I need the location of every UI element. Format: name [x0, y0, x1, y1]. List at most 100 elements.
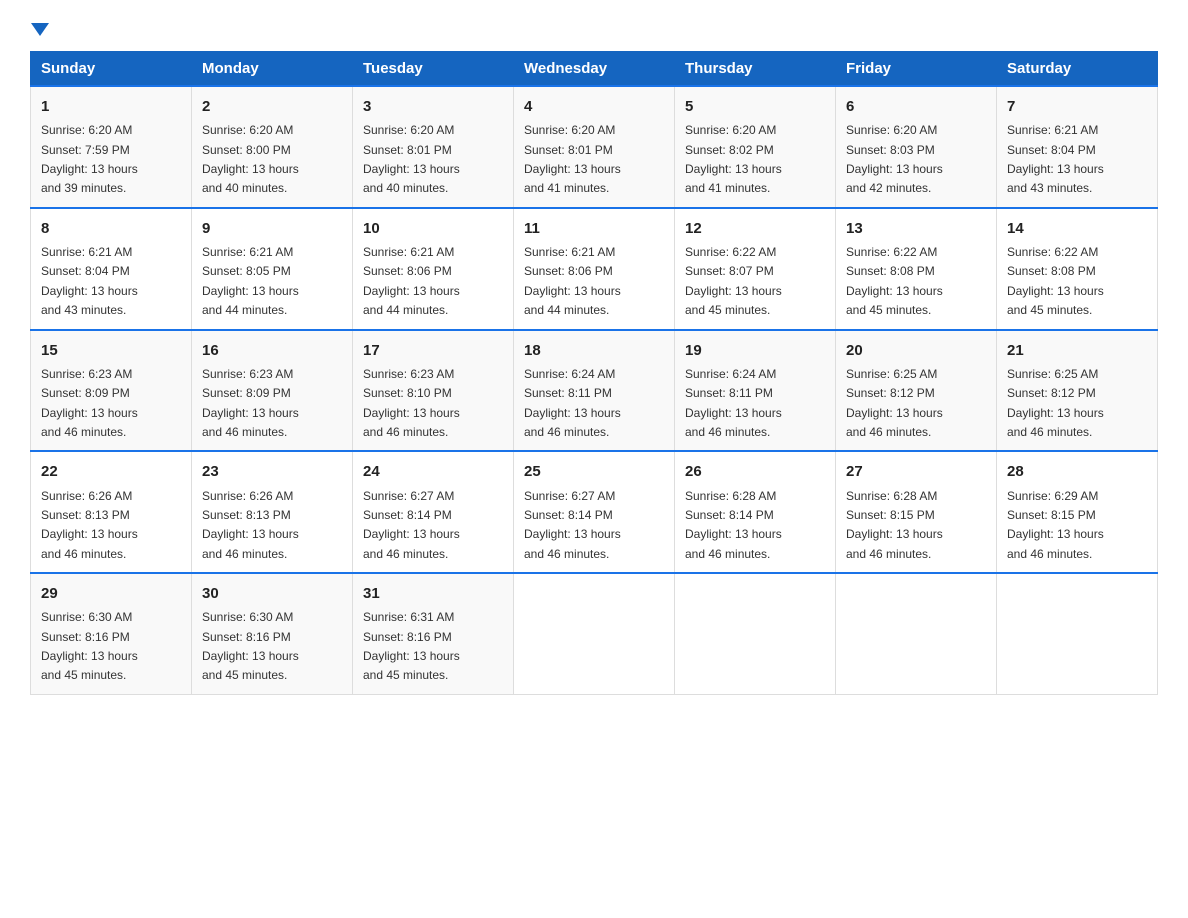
- day-info: Sunrise: 6:22 AMSunset: 8:07 PMDaylight:…: [685, 245, 782, 317]
- calendar-cell: 5 Sunrise: 6:20 AMSunset: 8:02 PMDayligh…: [675, 86, 836, 208]
- calendar-cell: 16 Sunrise: 6:23 AMSunset: 8:09 PMDaylig…: [192, 330, 353, 452]
- day-number: 22: [41, 460, 181, 483]
- calendar-cell: 19 Sunrise: 6:24 AMSunset: 8:11 PMDaylig…: [675, 330, 836, 452]
- calendar-cell: 9 Sunrise: 6:21 AMSunset: 8:05 PMDayligh…: [192, 208, 353, 330]
- column-header-sunday: Sunday: [31, 52, 192, 87]
- column-header-monday: Monday: [192, 52, 353, 87]
- calendar-cell: [514, 573, 675, 694]
- day-number: 20: [846, 339, 986, 362]
- day-number: 11: [524, 217, 664, 240]
- calendar-cell: 1 Sunrise: 6:20 AMSunset: 7:59 PMDayligh…: [31, 86, 192, 208]
- day-info: Sunrise: 6:27 AMSunset: 8:14 PMDaylight:…: [363, 489, 460, 561]
- calendar-cell: 21 Sunrise: 6:25 AMSunset: 8:12 PMDaylig…: [997, 330, 1158, 452]
- calendar-cell: 17 Sunrise: 6:23 AMSunset: 8:10 PMDaylig…: [353, 330, 514, 452]
- day-number: 25: [524, 460, 664, 483]
- calendar-cell: 11 Sunrise: 6:21 AMSunset: 8:06 PMDaylig…: [514, 208, 675, 330]
- day-info: Sunrise: 6:27 AMSunset: 8:14 PMDaylight:…: [524, 489, 621, 561]
- day-info: Sunrise: 6:30 AMSunset: 8:16 PMDaylight:…: [202, 610, 299, 682]
- day-number: 13: [846, 217, 986, 240]
- day-info: Sunrise: 6:21 AMSunset: 8:05 PMDaylight:…: [202, 245, 299, 317]
- day-info: Sunrise: 6:28 AMSunset: 8:15 PMDaylight:…: [846, 489, 943, 561]
- day-number: 9: [202, 217, 342, 240]
- calendar-cell: 20 Sunrise: 6:25 AMSunset: 8:12 PMDaylig…: [836, 330, 997, 452]
- logo: [30, 20, 49, 33]
- calendar-week-row: 1 Sunrise: 6:20 AMSunset: 7:59 PMDayligh…: [31, 86, 1158, 208]
- calendar-cell: 23 Sunrise: 6:26 AMSunset: 8:13 PMDaylig…: [192, 451, 353, 573]
- day-number: 12: [685, 217, 825, 240]
- day-number: 19: [685, 339, 825, 362]
- day-info: Sunrise: 6:21 AMSunset: 8:06 PMDaylight:…: [524, 245, 621, 317]
- day-info: Sunrise: 6:20 AMSunset: 8:00 PMDaylight:…: [202, 123, 299, 195]
- day-info: Sunrise: 6:20 AMSunset: 7:59 PMDaylight:…: [41, 123, 138, 195]
- day-info: Sunrise: 6:21 AMSunset: 8:04 PMDaylight:…: [1007, 123, 1104, 195]
- day-info: Sunrise: 6:28 AMSunset: 8:14 PMDaylight:…: [685, 489, 782, 561]
- calendar-cell: 31 Sunrise: 6:31 AMSunset: 8:16 PMDaylig…: [353, 573, 514, 694]
- calendar-cell: 13 Sunrise: 6:22 AMSunset: 8:08 PMDaylig…: [836, 208, 997, 330]
- day-info: Sunrise: 6:26 AMSunset: 8:13 PMDaylight:…: [202, 489, 299, 561]
- day-number: 14: [1007, 217, 1147, 240]
- day-info: Sunrise: 6:30 AMSunset: 8:16 PMDaylight:…: [41, 610, 138, 682]
- day-number: 26: [685, 460, 825, 483]
- day-number: 4: [524, 95, 664, 118]
- calendar-cell: 8 Sunrise: 6:21 AMSunset: 8:04 PMDayligh…: [31, 208, 192, 330]
- day-info: Sunrise: 6:23 AMSunset: 8:10 PMDaylight:…: [363, 367, 460, 439]
- day-info: Sunrise: 6:26 AMSunset: 8:13 PMDaylight:…: [41, 489, 138, 561]
- day-number: 18: [524, 339, 664, 362]
- calendar-cell: [997, 573, 1158, 694]
- day-number: 30: [202, 582, 342, 605]
- calendar-cell: 18 Sunrise: 6:24 AMSunset: 8:11 PMDaylig…: [514, 330, 675, 452]
- day-number: 21: [1007, 339, 1147, 362]
- calendar-header-row: SundayMondayTuesdayWednesdayThursdayFrid…: [31, 52, 1158, 87]
- calendar-cell: 25 Sunrise: 6:27 AMSunset: 8:14 PMDaylig…: [514, 451, 675, 573]
- calendar-cell: 27 Sunrise: 6:28 AMSunset: 8:15 PMDaylig…: [836, 451, 997, 573]
- column-header-thursday: Thursday: [675, 52, 836, 87]
- day-number: 28: [1007, 460, 1147, 483]
- day-info: Sunrise: 6:29 AMSunset: 8:15 PMDaylight:…: [1007, 489, 1104, 561]
- day-info: Sunrise: 6:21 AMSunset: 8:04 PMDaylight:…: [41, 245, 138, 317]
- day-number: 8: [41, 217, 181, 240]
- calendar-cell: 26 Sunrise: 6:28 AMSunset: 8:14 PMDaylig…: [675, 451, 836, 573]
- day-number: 10: [363, 217, 503, 240]
- day-info: Sunrise: 6:25 AMSunset: 8:12 PMDaylight:…: [846, 367, 943, 439]
- calendar-cell: 30 Sunrise: 6:30 AMSunset: 8:16 PMDaylig…: [192, 573, 353, 694]
- day-info: Sunrise: 6:24 AMSunset: 8:11 PMDaylight:…: [685, 367, 782, 439]
- column-header-saturday: Saturday: [997, 52, 1158, 87]
- calendar-cell: 28 Sunrise: 6:29 AMSunset: 8:15 PMDaylig…: [997, 451, 1158, 573]
- day-info: Sunrise: 6:22 AMSunset: 8:08 PMDaylight:…: [1007, 245, 1104, 317]
- day-info: Sunrise: 6:25 AMSunset: 8:12 PMDaylight:…: [1007, 367, 1104, 439]
- calendar-table: SundayMondayTuesdayWednesdayThursdayFrid…: [30, 51, 1158, 695]
- calendar-cell: 3 Sunrise: 6:20 AMSunset: 8:01 PMDayligh…: [353, 86, 514, 208]
- calendar-week-row: 8 Sunrise: 6:21 AMSunset: 8:04 PMDayligh…: [31, 208, 1158, 330]
- logo-arrow-icon: [31, 23, 49, 36]
- calendar-cell: 7 Sunrise: 6:21 AMSunset: 8:04 PMDayligh…: [997, 86, 1158, 208]
- calendar-cell: 24 Sunrise: 6:27 AMSunset: 8:14 PMDaylig…: [353, 451, 514, 573]
- column-header-tuesday: Tuesday: [353, 52, 514, 87]
- day-info: Sunrise: 6:23 AMSunset: 8:09 PMDaylight:…: [202, 367, 299, 439]
- calendar-cell: 29 Sunrise: 6:30 AMSunset: 8:16 PMDaylig…: [31, 573, 192, 694]
- day-number: 1: [41, 95, 181, 118]
- calendar-cell: 14 Sunrise: 6:22 AMSunset: 8:08 PMDaylig…: [997, 208, 1158, 330]
- day-info: Sunrise: 6:20 AMSunset: 8:01 PMDaylight:…: [363, 123, 460, 195]
- day-info: Sunrise: 6:22 AMSunset: 8:08 PMDaylight:…: [846, 245, 943, 317]
- calendar-cell: 22 Sunrise: 6:26 AMSunset: 8:13 PMDaylig…: [31, 451, 192, 573]
- day-info: Sunrise: 6:20 AMSunset: 8:03 PMDaylight:…: [846, 123, 943, 195]
- day-number: 23: [202, 460, 342, 483]
- day-number: 27: [846, 460, 986, 483]
- day-number: 2: [202, 95, 342, 118]
- day-number: 6: [846, 95, 986, 118]
- day-number: 5: [685, 95, 825, 118]
- calendar-cell: 4 Sunrise: 6:20 AMSunset: 8:01 PMDayligh…: [514, 86, 675, 208]
- day-number: 16: [202, 339, 342, 362]
- calendar-cell: 12 Sunrise: 6:22 AMSunset: 8:07 PMDaylig…: [675, 208, 836, 330]
- calendar-cell: [836, 573, 997, 694]
- calendar-cell: 10 Sunrise: 6:21 AMSunset: 8:06 PMDaylig…: [353, 208, 514, 330]
- calendar-week-row: 29 Sunrise: 6:30 AMSunset: 8:16 PMDaylig…: [31, 573, 1158, 694]
- day-info: Sunrise: 6:21 AMSunset: 8:06 PMDaylight:…: [363, 245, 460, 317]
- calendar-cell: 6 Sunrise: 6:20 AMSunset: 8:03 PMDayligh…: [836, 86, 997, 208]
- day-number: 15: [41, 339, 181, 362]
- calendar-cell: [675, 573, 836, 694]
- day-number: 17: [363, 339, 503, 362]
- day-number: 7: [1007, 95, 1147, 118]
- day-number: 24: [363, 460, 503, 483]
- day-info: Sunrise: 6:20 AMSunset: 8:01 PMDaylight:…: [524, 123, 621, 195]
